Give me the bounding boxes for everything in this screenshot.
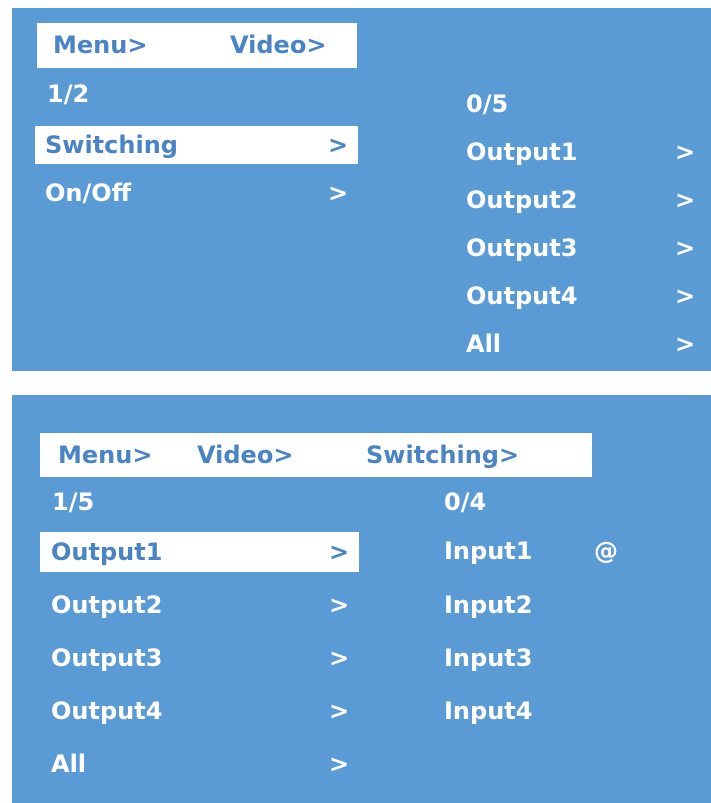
left-page-indicator: 1/2	[47, 80, 90, 108]
breadcrumb-item-menu[interactable]: Menu>	[58, 437, 152, 473]
menu-item-label: Switching	[45, 131, 178, 159]
submenu-item-label: Input1	[444, 537, 533, 565]
submenu-item-label: All	[466, 330, 502, 358]
chevron-right-icon: >	[329, 697, 350, 725]
submenu-item-label: Output1	[466, 138, 578, 166]
submenu-item-label: Input2	[444, 591, 533, 619]
menu-item-label: Output4	[51, 697, 163, 725]
selected-marker-icon: @	[594, 537, 618, 565]
chevron-right-icon: >	[675, 330, 696, 358]
menu-item-label: Output1	[51, 538, 163, 566]
chevron-right-icon: >	[675, 282, 696, 310]
submenu-item-label: Output3	[466, 234, 578, 262]
chevron-right-icon: >	[675, 138, 696, 166]
chevron-right-icon: >	[329, 644, 350, 672]
chevron-right-icon: >	[675, 234, 696, 262]
submenu-item-label: Output2	[466, 186, 578, 214]
submenu-item-label: Output4	[466, 282, 578, 310]
menu-item-output1[interactable]: Output1 >	[40, 532, 359, 572]
submenu-item-label: Input3	[444, 644, 533, 672]
left-page-indicator: 1/5	[52, 488, 95, 516]
chevron-right-icon: >	[328, 131, 349, 159]
breadcrumb-item-video[interactable]: Video>	[197, 437, 293, 473]
breadcrumb-item-video[interactable]: Video>	[230, 27, 326, 63]
chevron-right-icon: >	[329, 538, 350, 566]
breadcrumb-item-menu[interactable]: Menu>	[53, 27, 147, 63]
breadcrumb: Menu> Video> Switching>	[40, 433, 592, 477]
right-page-indicator: 0/5	[466, 90, 509, 118]
chevron-right-icon: >	[329, 591, 350, 619]
menu-item-label: All	[51, 750, 87, 778]
right-page-indicator: 0/4	[444, 488, 487, 516]
menu-item-switching[interactable]: Switching >	[35, 126, 358, 164]
breadcrumb-item-switching[interactable]: Switching>	[366, 437, 519, 473]
menu-item-label: Output2	[51, 591, 163, 619]
menu-item-label: Output3	[51, 644, 163, 672]
menu-item-label: On/Off	[45, 179, 132, 207]
chevron-right-icon: >	[329, 750, 350, 778]
switching-menu-panel: Menu> Video> Switching> 1/5 Output1 > Ou…	[12, 395, 711, 803]
video-menu-panel: Menu> Video> 1/2 Switching > On/Off > 0/…	[12, 8, 711, 371]
breadcrumb: Menu> Video>	[37, 23, 357, 68]
chevron-right-icon: >	[675, 186, 696, 214]
chevron-right-icon: >	[328, 179, 349, 207]
submenu-item-label: Input4	[444, 697, 533, 725]
